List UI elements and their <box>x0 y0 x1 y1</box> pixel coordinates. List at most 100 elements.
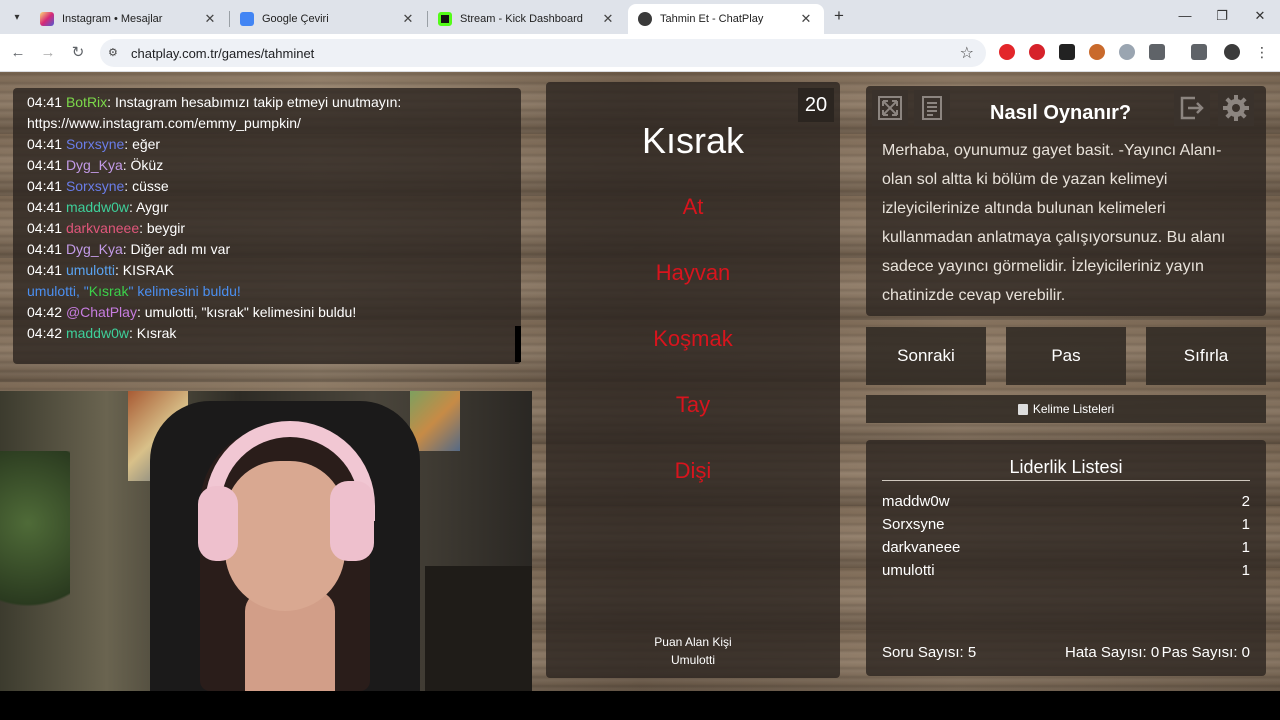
notice-text: " kelimesini buldu! <box>128 283 241 299</box>
chat-username: Dyg_Kya <box>65 241 123 257</box>
extension-icon[interactable] <box>1029 44 1045 60</box>
url-text[interactable]: chatplay.com.tr/games/tahminet <box>131 46 314 61</box>
browser-tab-bar: ▾ Instagram • Mesajlar ✕ Google Çeviri ✕… <box>0 0 1280 34</box>
leaderboard-row: umulotti 1 <box>882 562 1250 584</box>
tab-close-icon[interactable]: ✕ <box>600 11 616 27</box>
headphones-cup <box>330 481 374 561</box>
chat-time: 04:41 <box>27 94 63 110</box>
tab-title: Instagram • Mesajlar <box>62 13 163 25</box>
pass-count: Pas Sayısı: 0 <box>1161 644 1250 661</box>
scorer-name: Umulotti <box>670 653 715 667</box>
error-count: Hata Sayısı: 0 <box>1065 644 1160 661</box>
taboo-word: At <box>682 194 704 219</box>
tab-search-chevron-icon[interactable]: ▾ <box>6 6 28 28</box>
close-window-icon[interactable]: ✕ <box>1250 8 1270 24</box>
chat-username: Sorxsyne <box>65 178 125 194</box>
logout-icon[interactable] <box>1174 90 1210 126</box>
media-controls-icon[interactable] <box>1191 44 1207 60</box>
chat-message: 04:41 Dyg_Kya: Diğer adı mı var <box>27 239 507 260</box>
chat-time: 04:41 <box>27 262 63 278</box>
chat-time: 04:42 <box>27 304 63 320</box>
new-tab-button[interactable]: + <box>830 7 848 25</box>
extension-icon[interactable] <box>1089 44 1105 60</box>
chat-message: 04:41 Sorxsyne: eğer <box>27 134 507 155</box>
chat-text: : cüsse <box>124 178 169 194</box>
tab-title: Tahmin Et - ChatPlay <box>660 13 764 25</box>
chat-username: Dyg_Kya <box>65 157 123 173</box>
chat-time: 04:42 <box>27 325 63 341</box>
chat-text: : KISRAK <box>114 262 175 278</box>
chat-message: 04:41 BotRix: Instagram hesabımızı takip… <box>27 92 507 134</box>
taboo-word: Koşmak <box>653 326 733 351</box>
forward-arrow-icon[interactable]: → <box>38 43 58 63</box>
chat-username: umulotti <box>65 262 115 278</box>
tab-google-translate[interactable]: Google Çeviri ✕ <box>230 4 426 34</box>
bookmark-star-icon[interactable]: ☆ <box>960 43 974 63</box>
chat-text: : Aygır <box>128 199 169 215</box>
chat-text: : eğer <box>124 136 161 152</box>
chat-text: : beygir <box>139 220 186 236</box>
tab-close-icon[interactable]: ✕ <box>400 11 416 27</box>
instagram-icon <box>40 12 54 26</box>
tab-title: Stream - Kick Dashboard <box>460 13 583 25</box>
chat-time: 04:41 <box>27 241 63 257</box>
player-score: 2 <box>1241 493 1250 510</box>
player-name: Sorxsyne <box>882 516 945 533</box>
divider <box>882 480 1250 481</box>
fullscreen-icon[interactable] <box>872 90 908 126</box>
word-lists-button[interactable]: Kelime Listeleri <box>866 395 1266 423</box>
tab-chatplay[interactable]: Tahmin Et - ChatPlay ✕ <box>628 4 824 34</box>
restore-icon[interactable]: ❐ <box>1212 8 1232 24</box>
tab-instagram[interactable]: Instagram • Mesajlar ✕ <box>30 4 228 34</box>
menu-kebab-icon[interactable]: ⋮ <box>1254 44 1270 60</box>
extensions-puzzle-icon[interactable] <box>1149 44 1165 60</box>
document-icon[interactable] <box>914 90 950 126</box>
shelf <box>425 566 532 691</box>
minimize-icon[interactable]: — <box>1175 8 1195 23</box>
clipboard-icon <box>1017 403 1028 415</box>
address-bar[interactable]: ⚙ chatplay.com.tr/games/tahminet ☆ <box>100 39 986 67</box>
chat-text: : umulotti, "kısrak" kelimesini buldu! <box>136 304 357 320</box>
chat-username: maddw0w <box>65 199 129 215</box>
reload-icon[interactable]: ↻ <box>68 43 88 63</box>
target-word: Kısrak <box>641 120 745 161</box>
chat-time: 04:41 <box>27 178 63 194</box>
opera-extension-icon[interactable] <box>999 44 1015 60</box>
player-name: umulotti <box>882 562 935 579</box>
taboo-word: Dişi <box>674 458 712 483</box>
how-to-play-panel: Nasıl Oynanır? Merhaba, oyunumuz gayet b… <box>866 86 1266 316</box>
tab-kick-dashboard[interactable]: Stream - Kick Dashboard ✕ <box>428 4 626 34</box>
pass-button[interactable]: Pas <box>1006 327 1126 385</box>
player-score: 1 <box>1241 562 1250 579</box>
settings-gear-icon[interactable] <box>1218 90 1254 126</box>
chat-scrollbar[interactable] <box>515 326 521 362</box>
extension-icon[interactable] <box>1059 44 1075 60</box>
chat-panel: 04:41 BotRix: Instagram hesabımızı takip… <box>13 88 521 364</box>
kick-icon <box>438 12 452 26</box>
back-arrow-icon[interactable]: ← <box>8 43 28 63</box>
chat-time: 04:41 <box>27 220 63 236</box>
tab-close-icon[interactable]: ✕ <box>202 11 218 27</box>
leaderboard-panel: Liderlik Listesi maddw0w 2 Sorxsyne 1 da… <box>866 440 1266 676</box>
chat-username: BotRix <box>65 94 108 110</box>
chatplay-icon <box>638 12 652 26</box>
notice-word: Kısrak <box>88 283 129 299</box>
leaderboard-row: Sorxsyne 1 <box>882 516 1250 538</box>
chat-username: @ChatPlay <box>65 304 137 320</box>
player-name: maddw0w <box>882 493 950 510</box>
chat-time: 04:41 <box>27 136 63 152</box>
chat-message: 04:41 maddw0w: Aygır <box>27 197 507 218</box>
how-to-play-title: Nasıl Oynanır? <box>990 102 1132 124</box>
tab-close-icon[interactable]: ✕ <box>798 11 814 27</box>
reset-button[interactable]: Sıfırla <box>1146 327 1266 385</box>
shield-extension-icon[interactable] <box>1119 44 1135 60</box>
site-info-icon[interactable]: ⚙ <box>108 46 118 59</box>
scorer-label: Puan Alan Kişi <box>654 635 732 649</box>
profile-avatar[interactable] <box>1224 44 1240 60</box>
webcam-feed <box>0 391 532 691</box>
next-button[interactable]: Sonraki <box>866 327 986 385</box>
google-translate-icon <box>240 12 254 26</box>
chat-message: 04:41 Dyg_Kya: Öküz <box>27 155 507 176</box>
player-score: 1 <box>1241 516 1250 533</box>
chat-text: : Öküz <box>122 157 164 173</box>
